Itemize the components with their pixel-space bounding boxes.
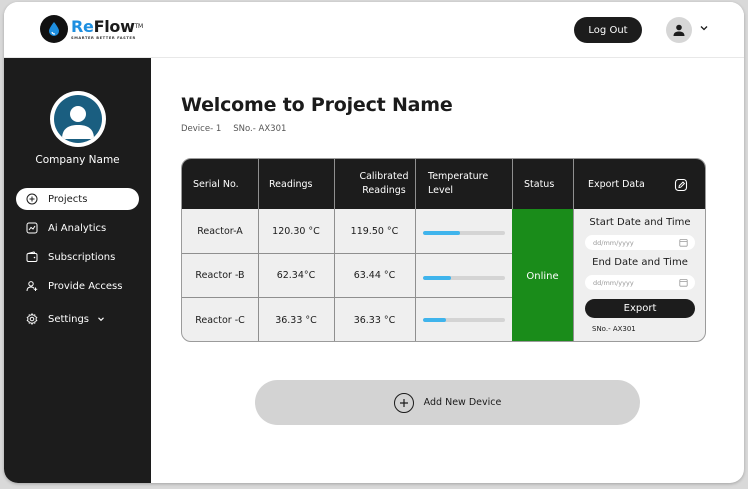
status-badge: Online (512, 209, 573, 341)
sidebar-item-label: Subscriptions (48, 251, 116, 263)
cell-serial: Reactor -C (195, 314, 245, 326)
sidebar-item-label: Projects (48, 193, 88, 205)
sidebar-item-ai-analytics[interactable]: Ai Analytics (16, 217, 139, 239)
brand-tagline: SMARTER BETTER FASTER (71, 36, 136, 40)
device-table: Serial No. Readings Calibrated Readings T… (181, 158, 706, 342)
column-header-readings: Readings (269, 178, 313, 190)
user-menu-button[interactable] (666, 17, 692, 43)
start-date-field[interactable]: dd/mm/yyyy (585, 235, 695, 250)
brand-name: ReFlowTM (71, 17, 143, 36)
column-header-serial: Serial No. (193, 178, 239, 190)
chevron-down-icon[interactable] (699, 23, 709, 33)
user-icon (673, 24, 685, 36)
page-title: Welcome to Project Name (181, 94, 453, 116)
cell-serial: Reactor -B (195, 269, 245, 281)
edit-icon[interactable] (674, 178, 688, 192)
column-header-calibrated: Calibrated Readings (359, 171, 409, 196)
company-avatar[interactable] (50, 91, 106, 147)
cell-serial: Reactor-A (197, 225, 243, 237)
column-header-status: Status (524, 178, 555, 190)
cell-reading: 120.30 °C (272, 225, 320, 237)
column-header-temperature: Temperature Level (428, 171, 489, 196)
calendar-icon (679, 239, 688, 247)
device-info: Device- 1 SNo.- AX301 (181, 124, 286, 134)
company-name: Company Name (35, 154, 120, 166)
sidebar-item-provide-access[interactable]: Provide Access (16, 275, 139, 297)
column-divider (573, 159, 574, 341)
sidebar-item-settings[interactable]: Settings (16, 308, 139, 330)
plus-circle-icon (393, 392, 414, 413)
sidebar-item-label: Ai Analytics (48, 222, 107, 234)
end-date-label: End Date and Time (592, 257, 688, 268)
sidebar: Company Name Projects Ai Analytics Subsc… (4, 58, 151, 483)
column-divider (415, 159, 416, 341)
user-plus-icon (25, 279, 39, 293)
wallet-icon (25, 250, 39, 264)
temperature-level-bar (423, 276, 505, 280)
cell-reading: 36.33 °C (275, 314, 317, 326)
app-window: ReFlowTM SMARTER BETTER FASTER Log Out C… (4, 2, 744, 483)
cell-reading: 62.34°C (276, 269, 316, 281)
gear-icon (25, 312, 39, 326)
temperature-level-bar (423, 231, 505, 235)
logout-button[interactable]: Log Out (574, 17, 642, 43)
cell-calibrated: 63.44 °C (353, 269, 396, 281)
table-header: Serial No. Readings Calibrated Readings T… (182, 159, 705, 209)
add-device-button[interactable]: Add New Device (255, 380, 640, 425)
chevron-down-icon (98, 317, 104, 322)
sidebar-item-label: Settings (48, 313, 90, 325)
temperature-level-bar (423, 318, 505, 322)
cell-calibrated: 36.33 °C (353, 314, 396, 326)
export-button[interactable]: Export (585, 299, 695, 318)
user-icon (62, 106, 94, 139)
sidebar-item-label: Provide Access (48, 280, 123, 292)
plus-circle-icon (25, 192, 39, 206)
device-label: Device- 1 (181, 124, 222, 134)
chart-icon (25, 221, 39, 235)
export-serial: SNo.- AX301 (592, 325, 636, 333)
water-drop-icon (40, 15, 68, 43)
sidebar-item-projects[interactable]: Projects (16, 188, 139, 210)
cell-calibrated: 119.50 °C (350, 225, 399, 237)
add-device-label: Add New Device (423, 397, 502, 408)
end-date-field[interactable]: dd/mm/yyyy (585, 275, 695, 290)
calendar-icon (679, 279, 688, 287)
reflow-logo[interactable]: ReFlowTM SMARTER BETTER FASTER (40, 15, 143, 43)
column-header-export: Export Data (588, 178, 645, 190)
top-header: ReFlowTM SMARTER BETTER FASTER Log Out (4, 2, 744, 58)
sidebar-item-subscriptions[interactable]: Subscriptions (16, 246, 139, 268)
start-date-label: Start Date and Time (589, 217, 691, 228)
device-serial: SNo.- AX301 (233, 124, 287, 134)
